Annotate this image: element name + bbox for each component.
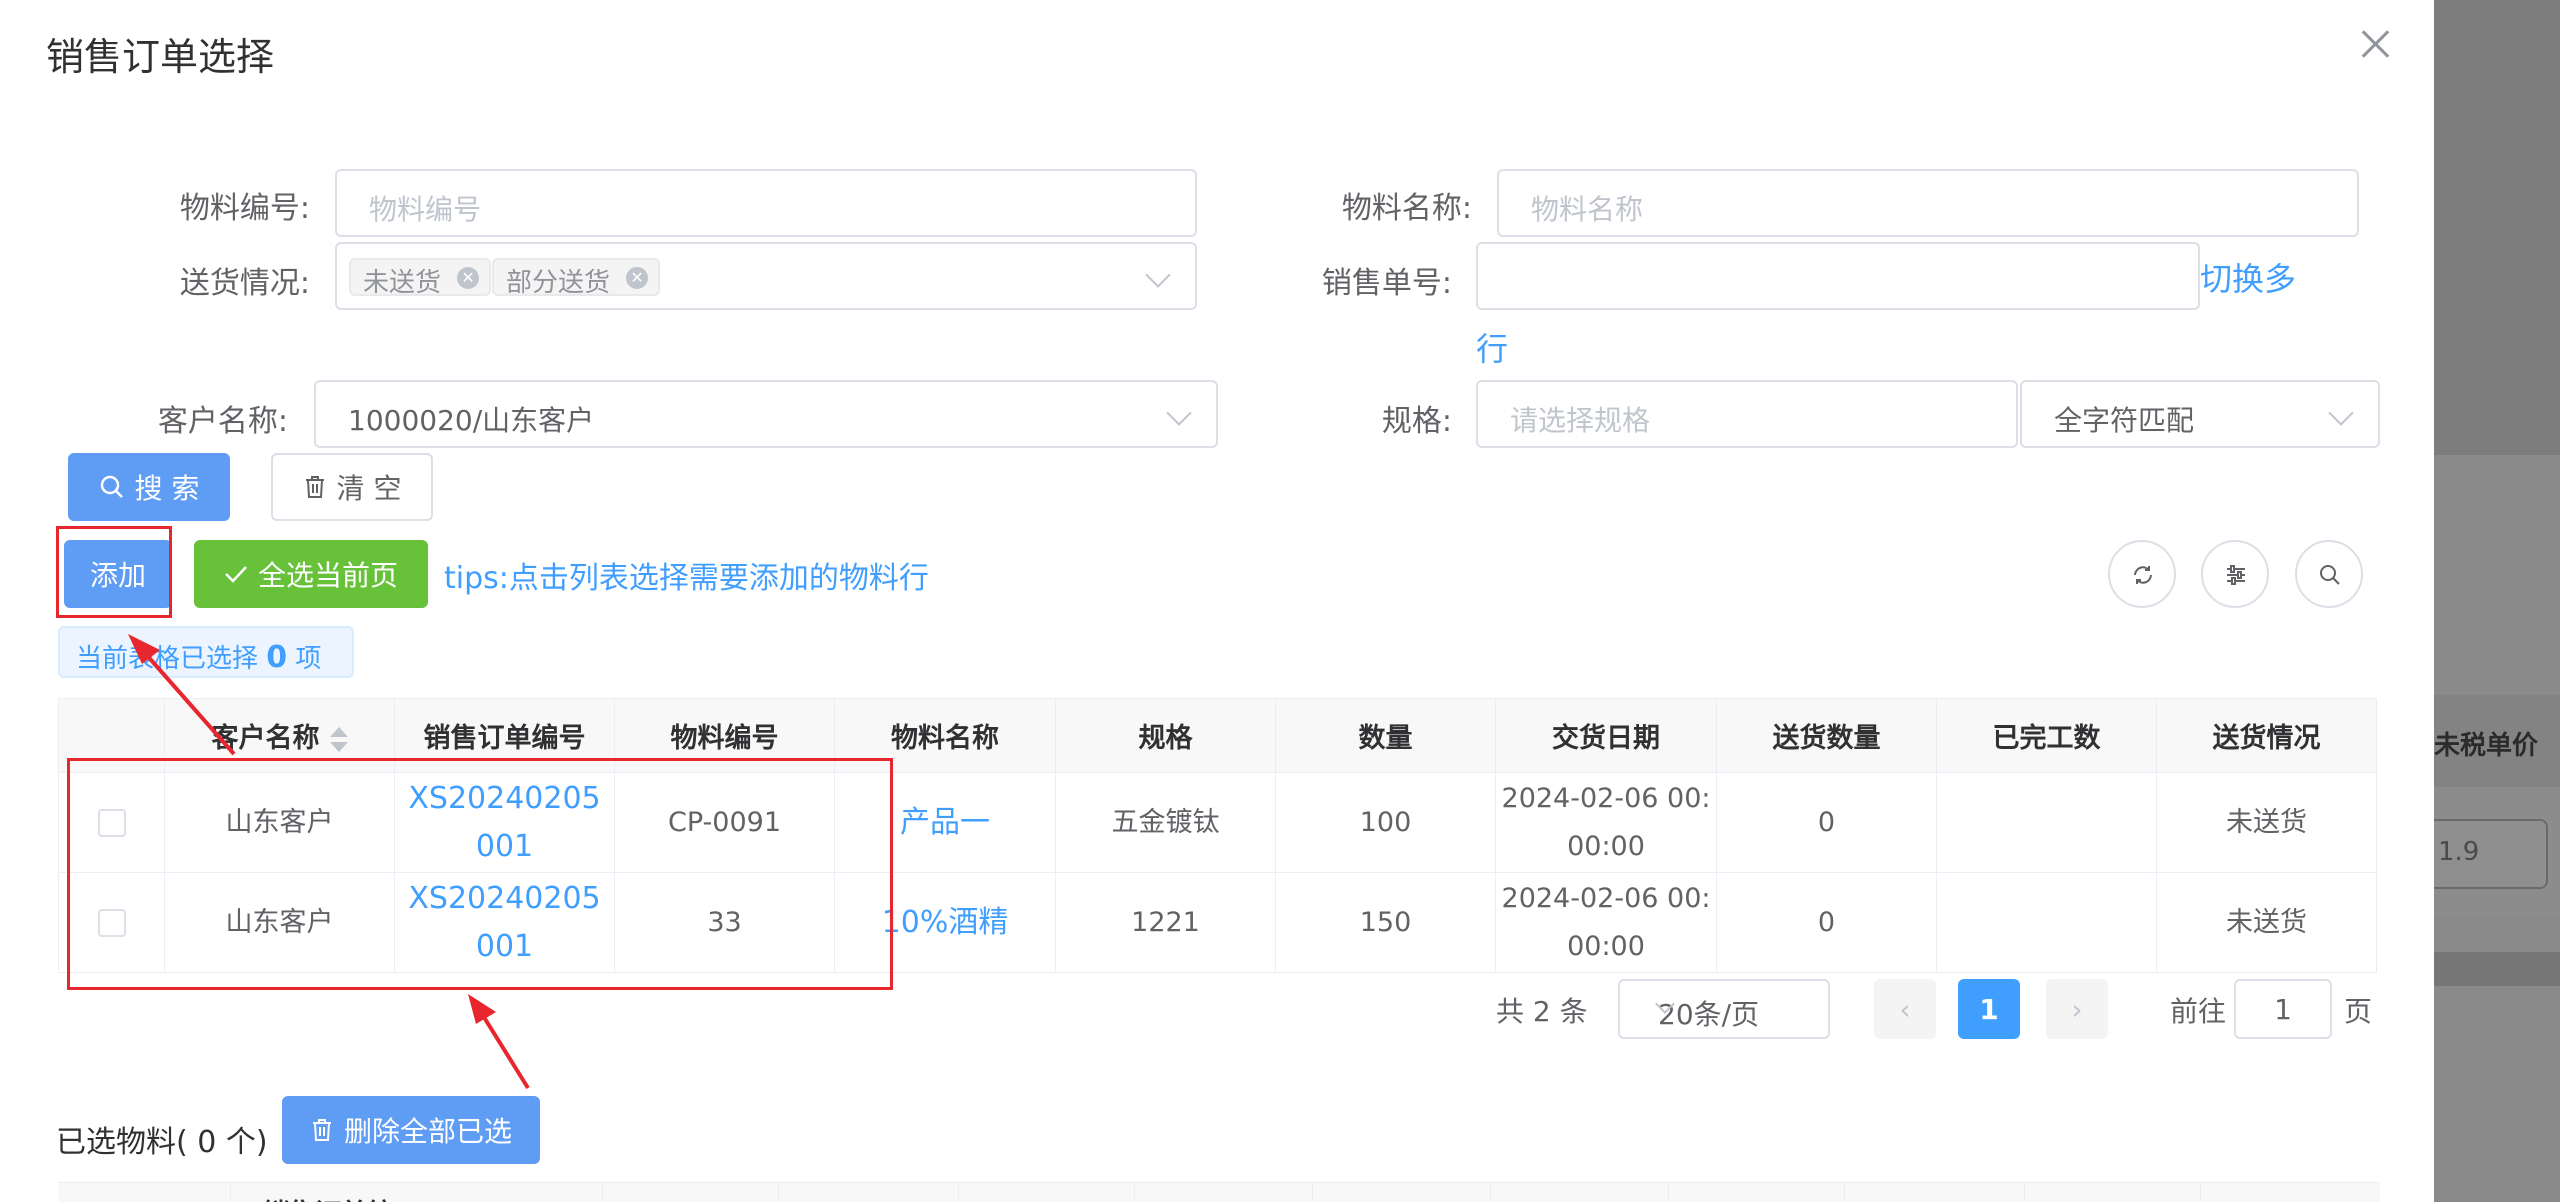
background-column-header-text: 未税单价	[2434, 731, 2539, 761]
annotation-arrows	[128, 634, 530, 1090]
background-price-input: 1.9	[2428, 819, 2548, 889]
annotation-arrow-to-add	[128, 634, 236, 756]
background-column-header: 未税单价	[2434, 695, 2560, 787]
background-strip	[2434, 952, 2560, 986]
annotation-arrow-to-rows	[468, 994, 530, 1090]
background-price-value: 1.9	[2438, 837, 2480, 867]
sales-order-select-dialog: 销售订单选择 物料编号: 物料编号 物料名称: 物料名称 送货情况: 未送货 ✕ …	[0, 0, 2434, 1202]
